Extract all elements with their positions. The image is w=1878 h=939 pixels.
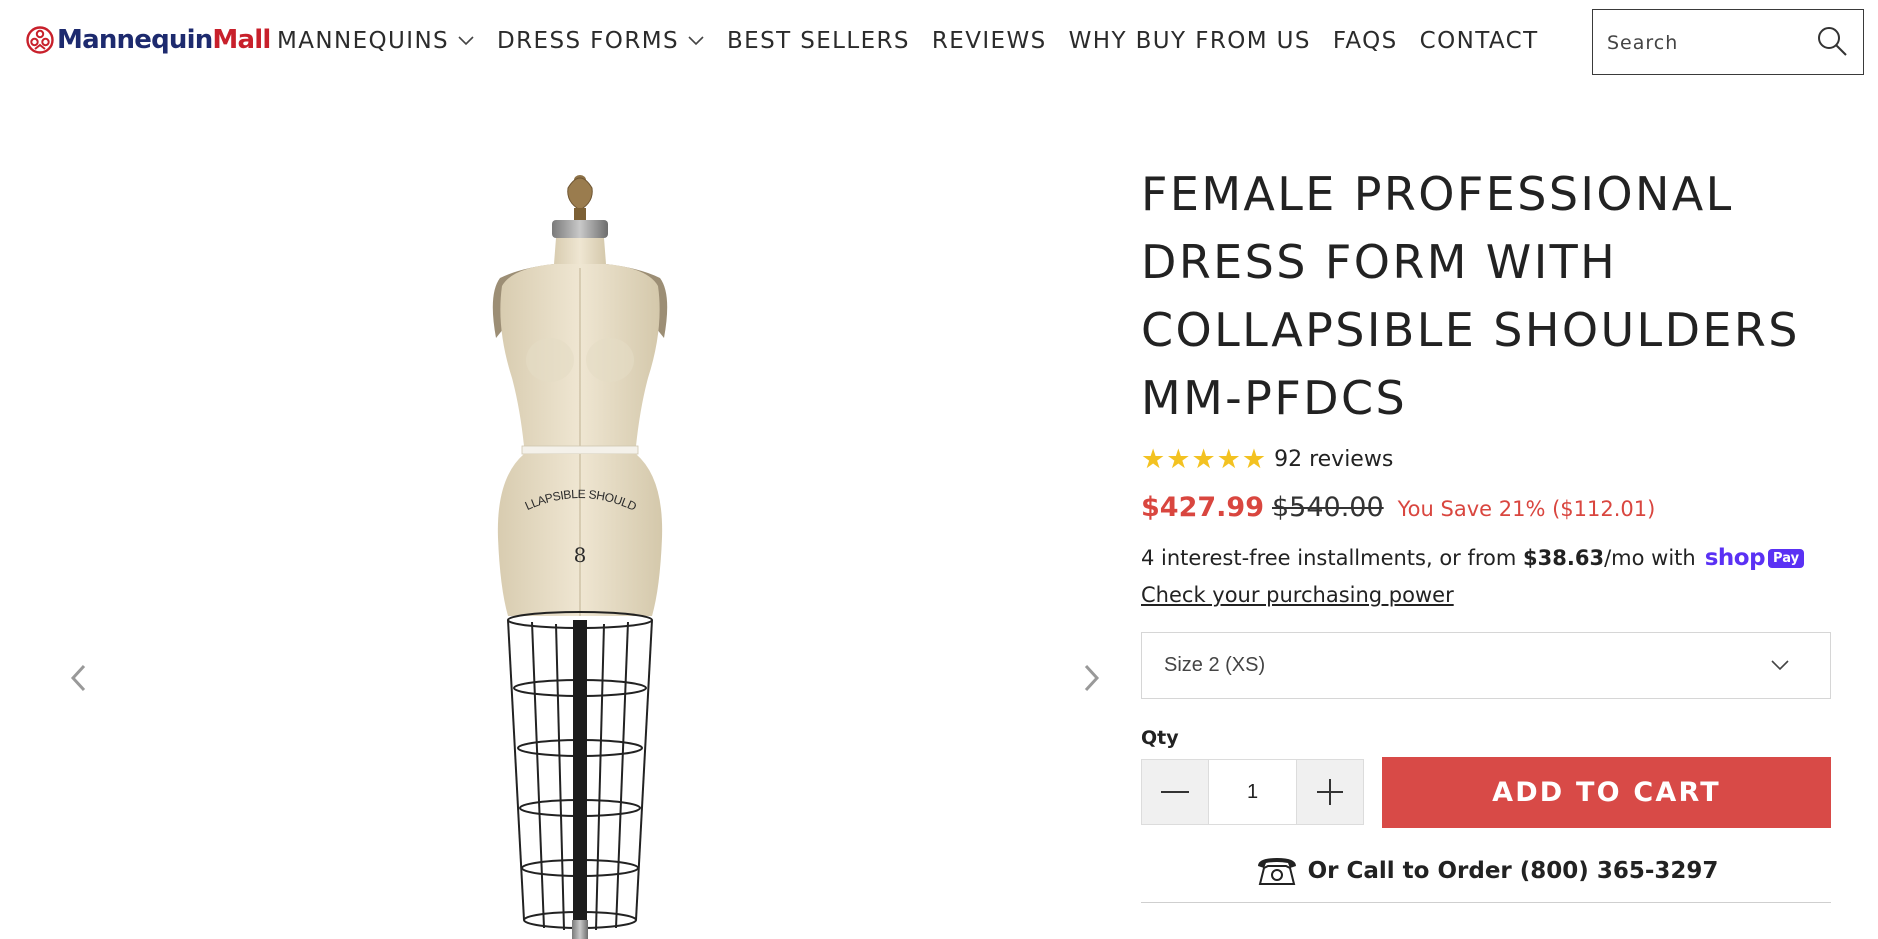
star-icon: ★ xyxy=(1166,443,1191,474)
search-icon[interactable] xyxy=(1815,24,1849,58)
nav-item-label: CONTACT xyxy=(1419,28,1539,54)
call-to-order-text: Or Call to Order (800) 365-3297 xyxy=(1307,858,1719,884)
divider xyxy=(1141,902,1831,903)
nav-item-faqs[interactable]: FAQS xyxy=(1333,28,1398,54)
star-icon: ★ xyxy=(1141,443,1166,474)
installment-amount: $38.63 xyxy=(1523,546,1605,570)
add-to-cart-button[interactable]: ADD TO CART xyxy=(1382,757,1831,828)
installments-suffix: /mo with xyxy=(1604,546,1696,570)
current-price: $427.99 xyxy=(1141,492,1264,523)
installments-text: 4 interest-free installments, or from $3… xyxy=(1141,545,1841,571)
chevron-right-icon[interactable] xyxy=(1072,660,1108,696)
size-select[interactable]: Size 2 (XS) xyxy=(1141,632,1831,699)
chevron-down-icon xyxy=(458,36,474,46)
product-rating[interactable]: ★ ★ ★ ★ ★ 92 reviews xyxy=(1141,444,1841,474)
size-select-value: Size 2 (XS) xyxy=(1164,654,1266,676)
site-logo[interactable]: MannequinMall xyxy=(25,24,271,56)
product-title: FEMALE PROFESSIONAL DRESS FORM WITH COLL… xyxy=(1141,167,1800,425)
chevron-left-icon[interactable] xyxy=(62,660,98,696)
nav-item-mannequins[interactable]: MANNEQUINS xyxy=(277,28,475,54)
product-gallery: COLLAPSIBLE SHOULDER 8 xyxy=(40,150,1120,939)
logo-text-part2: Mall xyxy=(212,25,271,55)
check-purchasing-power-link[interactable]: Check your purchasing power xyxy=(1141,583,1454,607)
installments-prefix: 4 interest-free installments, or from xyxy=(1141,546,1517,570)
call-to-order[interactable]: Or Call to Order (800) 365-3297 xyxy=(1141,854,1831,888)
site-header: MannequinMall MANNEQUINS DRESS FORMS BES… xyxy=(0,0,1878,82)
savings-text: You Save 21% ($112.01) xyxy=(1397,497,1656,521)
nav-item-label: REVIEWS xyxy=(931,28,1047,54)
product-info: FEMALE PROFESSIONAL DRESS FORM WITH COLL… xyxy=(1141,160,1841,903)
logo-text-part1: Mannequin xyxy=(57,25,213,55)
nav-item-best-sellers[interactable]: BEST SELLERS xyxy=(727,28,910,54)
reviews-count[interactable]: 92 reviews xyxy=(1274,447,1393,472)
dress-form-image: COLLAPSIBLE SHOULDER 8 xyxy=(460,168,668,939)
nav-item-contact[interactable]: CONTACT xyxy=(1420,28,1539,54)
nav-item-label: MANNEQUINS xyxy=(277,28,450,54)
nav-item-why-buy[interactable]: WHY BUY FROM US xyxy=(1069,28,1311,54)
main-nav: MANNEQUINS DRESS FORMS BEST SELLERS REVI… xyxy=(277,26,1561,56)
nav-item-label: DRESS FORMS xyxy=(497,28,679,54)
search-box xyxy=(1592,9,1864,75)
qty-input[interactable] xyxy=(1208,760,1297,824)
qty-decrease-button[interactable] xyxy=(1142,760,1208,824)
rating-stars: ★ ★ ★ ★ ★ xyxy=(1141,443,1267,474)
star-icon: ★ xyxy=(1216,443,1241,474)
search-input[interactable] xyxy=(1607,28,1807,58)
nav-item-label: FAQS xyxy=(1332,28,1398,54)
star-icon: ★ xyxy=(1191,443,1216,474)
chevron-down-icon xyxy=(1771,660,1789,671)
chevron-down-icon xyxy=(688,36,704,46)
qty-label: Qty xyxy=(1141,727,1179,749)
shop-pay-badge: Pay xyxy=(1768,548,1805,568)
qty-row: ADD TO CART xyxy=(1141,757,1841,828)
original-price: $540.00 xyxy=(1271,492,1384,523)
shop-pay-logo: shop xyxy=(1704,545,1766,571)
logo-icon xyxy=(26,26,54,54)
logo-text: MannequinMall xyxy=(57,25,271,55)
nav-item-dress-forms[interactable]: DRESS FORMS xyxy=(497,28,705,54)
nav-item-reviews[interactable]: REVIEWS xyxy=(932,28,1047,54)
price-row: $427.99 $540.00 You Save 21% ($112.01) xyxy=(1141,492,1841,523)
quantity-stepper xyxy=(1141,759,1364,825)
form-size-number: 8 xyxy=(574,543,587,567)
qty-increase-button[interactable] xyxy=(1297,760,1363,824)
minus-icon xyxy=(1161,791,1189,793)
nav-item-label: BEST SELLERS xyxy=(726,28,910,54)
plus-icon xyxy=(1317,779,1343,805)
phone-icon xyxy=(1257,858,1296,885)
star-icon: ★ xyxy=(1241,443,1267,474)
nav-item-label: WHY BUY FROM US xyxy=(1068,28,1311,54)
